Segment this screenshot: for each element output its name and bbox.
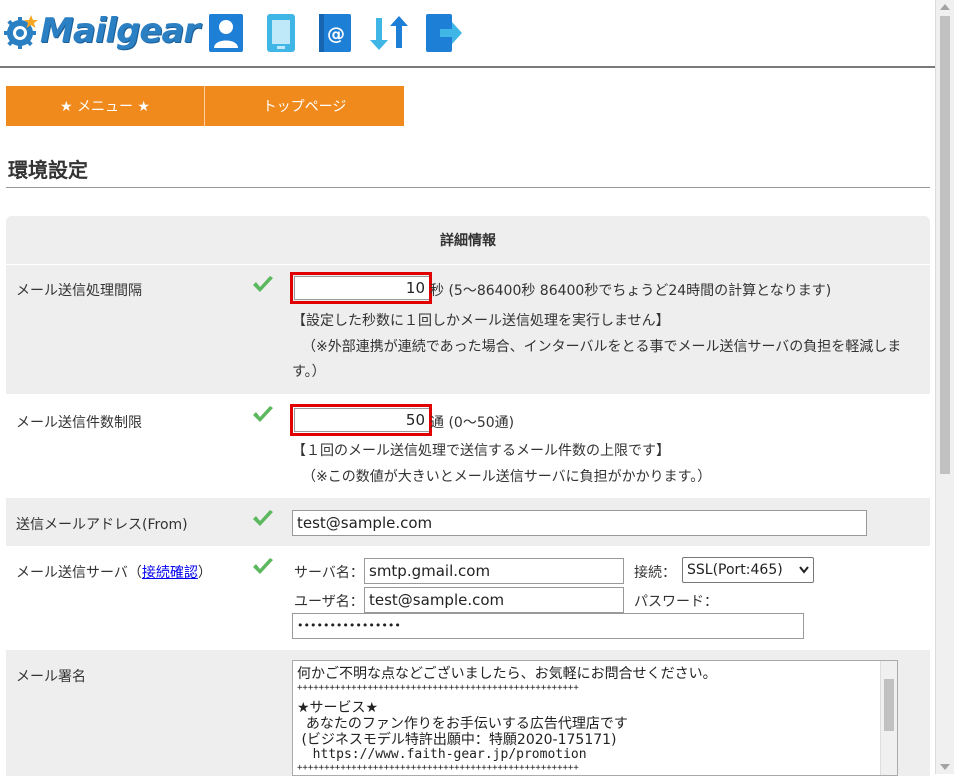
- connection-label: 接続：: [634, 565, 676, 581]
- signature-line: https://www.faith-gear.jp/promotion: [297, 747, 587, 762]
- limit-suffix: 通 (0〜50通): [430, 415, 515, 431]
- server-label-text: メール送信サーバ（: [16, 565, 142, 581]
- interval-suffix: 秒 (5〜86400秒 86400秒でちょうど24時間の計算となります): [430, 283, 832, 299]
- from-row: 送信メールアドレス(From) test@sample.com: [6, 498, 930, 546]
- address-book-icon[interactable]: @: [315, 12, 355, 54]
- textarea-scrollbar[interactable]: [880, 661, 897, 775]
- interval-highlight: [290, 272, 432, 304]
- scroll-up-icon[interactable]: [940, 4, 950, 10]
- chevron-down-icon: [799, 558, 809, 590]
- mailgear-logo[interactable]: Mailgear: [2, 10, 200, 52]
- user-name-input[interactable]: test@sample.com: [364, 587, 624, 613]
- interval-note: （※外部連携が連続であった場合、インターバルをとる事でメール送信サーバの負担を軽…: [302, 339, 902, 355]
- menu-button[interactable]: ★ メニュー ★: [6, 86, 205, 126]
- document-icon[interactable]: [263, 12, 303, 54]
- logo-text: Mailgear: [40, 11, 200, 51]
- connection-select[interactable]: SSL(Port:465): [682, 557, 814, 583]
- signature-line: ++++++++++++++++++++++++++++++++++++++++…: [297, 763, 579, 773]
- scroll-down-icon[interactable]: [940, 764, 950, 770]
- logout-icon[interactable]: [424, 12, 464, 54]
- password-input[interactable]: ••••••••••••••••: [292, 613, 804, 639]
- check-icon: [252, 558, 274, 576]
- user-name-label: ユーザ名：: [294, 594, 364, 610]
- check-icon: [252, 406, 274, 424]
- sync-icon[interactable]: [368, 12, 408, 54]
- interval-row: メール送信処理間隔 10 秒 (5〜86400秒 86400秒でちょうど24時間…: [6, 264, 930, 394]
- svg-text:@: @: [327, 24, 345, 45]
- textarea-scroll-thumb[interactable]: [884, 679, 894, 731]
- server-row: メール送信サーバ（接続確認） サーバ名： smtp.gmail.com 接続： …: [6, 546, 930, 650]
- limit-note: （※この数値が大きいとメール送信サーバに負担がかかります。）: [302, 469, 712, 485]
- limit-highlight: [290, 404, 432, 436]
- interval-note: 【設定した秒数に１回しかメール送信処理を実行しません】: [292, 313, 670, 329]
- signature-line: ++++++++++++++++++++++++++++++++++++++++…: [297, 683, 579, 693]
- signature-textarea[interactable]: 何かご不明な点などございましたら、お気軽にお問合せください。 +++++++++…: [292, 660, 898, 776]
- server-label-close: ）: [197, 565, 212, 581]
- app-header: Mailgear @: [0, 0, 936, 68]
- user-icon[interactable]: [207, 12, 247, 54]
- top-page-button[interactable]: トップページ: [205, 86, 404, 126]
- interval-note: す。）: [292, 364, 326, 380]
- limit-row: メール送信件数制限 50 通 (0〜50通) 【１回のメール送信処理で送信するメ…: [6, 394, 930, 498]
- scroll-thumb[interactable]: [940, 16, 950, 474]
- server-label: メール送信サーバ（接続確認）: [16, 562, 212, 582]
- signature-row: メール署名 何かご不明な点などございましたら、お気軽にお問合せください。 +++…: [6, 650, 930, 776]
- check-icon: [252, 510, 274, 528]
- menu-bar: ★ メニュー ★ トップページ: [6, 86, 404, 126]
- server-name-input[interactable]: smtp.gmail.com: [364, 558, 624, 584]
- signature-line: (ビジネスモデル特許出願中：特願2020-175171): [297, 732, 617, 748]
- signature-line: 何かご不明な点などございましたら、お気軽にお問合せください。: [297, 666, 717, 682]
- interval-label: メール送信処理間隔: [16, 283, 142, 299]
- connection-test-link[interactable]: 接続確認: [142, 565, 198, 581]
- limit-note: 【１回のメール送信処理で送信するメール件数の上限です】: [292, 443, 670, 459]
- from-label: 送信メールアドレス(From): [16, 517, 188, 533]
- page-title: 環境設定: [8, 158, 88, 182]
- signature-label: メール署名: [16, 669, 86, 685]
- from-address-input[interactable]: test@sample.com: [292, 510, 867, 536]
- password-label: パスワード：: [634, 594, 718, 610]
- settings-panel: 詳細情報 メール送信処理間隔 10 秒 (5〜86400秒 86400秒でちょう…: [6, 216, 930, 776]
- check-icon: [252, 276, 274, 294]
- panel-heading: 詳細情報: [6, 216, 930, 265]
- connection-select-value: SSL(Port:465): [687, 562, 783, 578]
- page-scrollbar[interactable]: [935, 0, 954, 774]
- limit-label: メール送信件数制限: [16, 415, 142, 431]
- server-name-label: サーバ名：: [294, 565, 364, 581]
- title-divider: [6, 187, 930, 188]
- gear-logo-icon: [2, 13, 38, 49]
